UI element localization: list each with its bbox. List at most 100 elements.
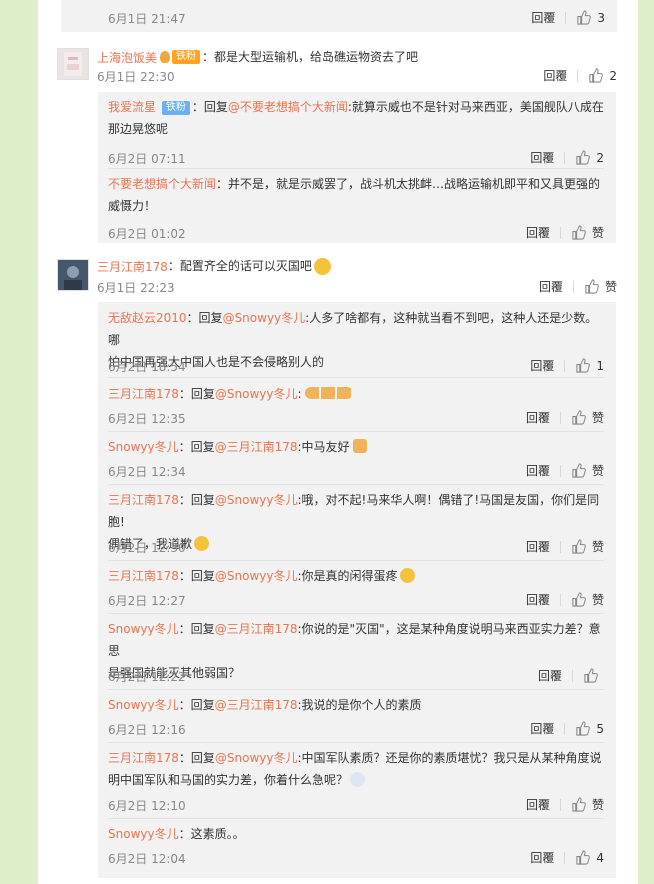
reply-actions: 回覆 4 — [530, 849, 604, 866]
reply-button[interactable]: 回覆 — [526, 591, 550, 608]
reply-prefix: ：回复 — [178, 387, 215, 401]
reply-item: 不要老想搞个大新闻：并不是，就是示威罢了，战斗机太挑衅…战略运输机即平和又具更强… — [108, 173, 604, 241]
comment-time: 6月1日 22:30 — [97, 70, 175, 84]
reply-button[interactable]: 回覆 — [526, 538, 550, 555]
reply-time: 6月2日 12:10 — [108, 799, 186, 813]
avatar[interactable] — [57, 48, 89, 80]
thumbs-up-icon — [572, 225, 586, 240]
reply-button[interactable]: 回覆 — [530, 720, 554, 737]
divider — [559, 593, 561, 606]
reply-username[interactable]: 三月江南178 — [108, 751, 179, 765]
reply-actions: 回覆 赞 — [526, 796, 604, 813]
reply-username[interactable]: 不要老想搞个大新闻 — [108, 177, 216, 191]
thumbs-up-icon — [572, 463, 586, 478]
divider — [108, 168, 604, 169]
reply-item: 无敌赵云2010：回复@Snowyy冬儿:人多了啥都有，这种就当看不到吧，这种人… — [108, 307, 604, 374]
mention-link[interactable]: @Snowyy冬儿 — [215, 387, 298, 401]
reply-actions: 回覆 1 — [530, 357, 604, 374]
mention-link[interactable]: @不要老想搞个大新闻 — [228, 100, 348, 114]
reply-item: 三月江南178：回复@Snowyy冬儿:中国军队素质？还是你的素质堪忧？我只是从… — [108, 747, 604, 813]
like-count: 4 — [596, 850, 604, 865]
like-button[interactable]: 赞 — [584, 278, 617, 295]
reply-username[interactable]: Snowyy冬儿 — [108, 827, 179, 841]
mention-link[interactable]: @Snowyy冬儿 — [215, 493, 298, 507]
thumbs-up-icon — [585, 279, 599, 294]
reply-button[interactable]: 回覆 — [543, 67, 567, 84]
like-label: 赞 — [591, 593, 604, 607]
reply-button[interactable]: 回覆 — [538, 667, 562, 684]
like-button[interactable]: 赞 — [571, 538, 604, 555]
mention-link[interactable]: @Snowyy冬儿 — [223, 311, 306, 325]
reply-button[interactable]: 回覆 — [526, 224, 550, 241]
comment-username[interactable]: 上海泡饭美 — [97, 49, 157, 66]
reply-button[interactable]: 回覆 — [530, 357, 554, 374]
reply-item: 三月江南178：回复@Snowyy冬儿:哦，对不起!马来华人啊！偶错了!马国是友… — [108, 489, 604, 555]
avatar[interactable] — [57, 259, 89, 291]
reply-button[interactable]: 回覆 — [526, 462, 550, 479]
reply-button[interactable]: 回覆 — [539, 278, 563, 295]
reply-username[interactable]: Snowyy冬儿 — [108, 440, 179, 454]
like-label: 赞 — [591, 411, 604, 425]
like-button[interactable]: 1 — [575, 358, 604, 373]
divider — [559, 798, 561, 811]
reply-button[interactable]: 回覆 — [526, 796, 550, 813]
reply-button[interactable]: 回覆 — [530, 849, 554, 866]
mention-link[interactable]: @三月江南178 — [215, 622, 298, 636]
reply-text: :中马友好 — [297, 440, 350, 454]
reply-username[interactable]: 三月江南178 — [108, 387, 179, 401]
reply-time: 6月1日 21:47 — [108, 12, 186, 26]
reply-username[interactable]: 三月江南178 — [108, 569, 179, 583]
divider — [572, 669, 573, 682]
mention-link[interactable]: @Snowyy冬儿 — [215, 751, 298, 765]
mention-link[interactable]: @Snowyy冬儿 — [215, 569, 298, 583]
mention-link[interactable]: @三月江南178 — [215, 698, 298, 712]
reply-text: :中国军队素质？还是你的素质堪忧？我只是从某种角度说 — [297, 751, 602, 765]
reply-time: 6月2日 07:11 — [108, 152, 186, 166]
comment-header: 上海泡饭美 铁粉 ：都是大型运输机，给岛礁运物资去了吧 — [97, 46, 418, 68]
like-label: 赞 — [591, 464, 604, 478]
reply-time: 6月2日 12:35 — [108, 412, 186, 426]
like-button[interactable]: 2 — [588, 68, 617, 83]
divider — [577, 69, 579, 82]
like-label: 赞 — [591, 798, 604, 812]
laugh-cry-emoji-icon — [194, 536, 210, 551]
divider — [559, 540, 561, 553]
reply-username[interactable]: Snowyy冬儿 — [108, 698, 179, 712]
reply-actions: 回覆 赞 — [526, 462, 604, 479]
reply-item: Snowyy冬儿：回复@三月江南178:我说的是你个人的素质 6月2日 12:1… — [108, 694, 604, 737]
reply-button[interactable]: 回覆 — [531, 9, 555, 26]
like-button[interactable]: 赞 — [571, 796, 604, 813]
like-button[interactable]: 3 — [576, 10, 605, 25]
like-button[interactable]: 5 — [575, 721, 604, 736]
like-label: 赞 — [591, 226, 604, 240]
comment-actions: 回覆 赞 — [539, 278, 617, 295]
mention-link[interactable]: @三月江南178 — [215, 440, 298, 454]
fan-badge: 铁粉 — [161, 101, 190, 115]
like-button[interactable]: 4 — [575, 850, 604, 865]
crown-icon — [160, 51, 171, 63]
divider — [108, 689, 604, 690]
reply-username[interactable]: 三月江南178 — [108, 493, 179, 507]
like-button[interactable]: 赞 — [571, 591, 604, 608]
like-button[interactable]: 赞 — [571, 409, 604, 426]
reply-username[interactable]: 我爱流星 — [108, 100, 156, 114]
like-label: 赞 — [591, 540, 604, 554]
comment-username[interactable]: 三月江南178 — [97, 258, 168, 275]
divider — [108, 818, 604, 819]
divider — [564, 151, 566, 164]
like-button[interactable]: 2 — [575, 150, 604, 165]
like-count: 5 — [596, 721, 604, 736]
reply-text: :就算示威也不是针对马来西亚，美国舰队八成在 — [347, 100, 604, 114]
like-button[interactable]: 赞 — [571, 462, 604, 479]
reply-username[interactable]: 无敌赵云2010 — [108, 311, 187, 325]
reply-button[interactable]: 回覆 — [526, 409, 550, 426]
like-button[interactable]: 赞 — [571, 224, 604, 241]
reply-button[interactable]: 回覆 — [530, 149, 554, 166]
reply-username[interactable]: Snowyy冬儿 — [108, 622, 179, 636]
thumbs-up-icon — [584, 668, 598, 683]
divider — [108, 431, 604, 432]
divider — [108, 560, 604, 561]
like-button[interactable] — [583, 668, 604, 683]
thumbs-up-icon — [576, 850, 591, 865]
reply-prefix: ：回复 — [178, 751, 215, 765]
